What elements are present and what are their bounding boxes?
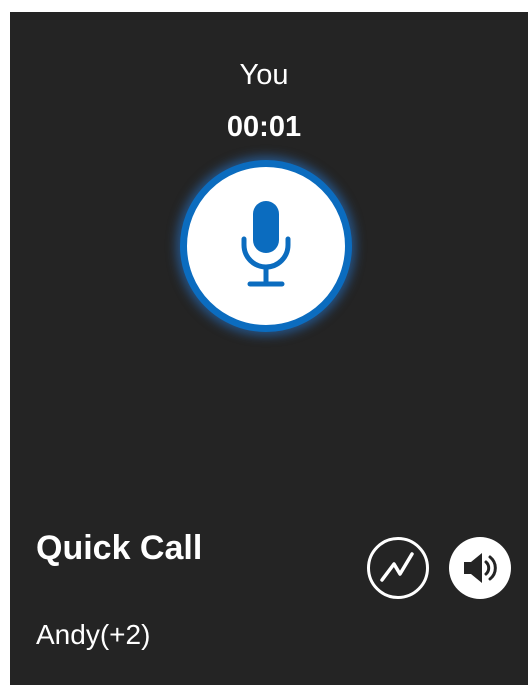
- call-stats-button[interactable]: [367, 537, 429, 599]
- speaker-button[interactable]: [449, 537, 511, 599]
- call-timer: 00:01: [226, 111, 302, 143]
- microphone-icon: [241, 201, 291, 287]
- caller-name: You: [239, 59, 289, 91]
- call-screen: You 00:01 Quick Call Andy(+2): [10, 12, 528, 685]
- call-title: Quick Call: [36, 529, 203, 567]
- participants-label: Andy(+2): [36, 619, 151, 650]
- activity-chart-icon: [380, 552, 414, 582]
- mute-microphone-button[interactable]: [180, 160, 352, 332]
- speaker-icon: [464, 553, 497, 583]
